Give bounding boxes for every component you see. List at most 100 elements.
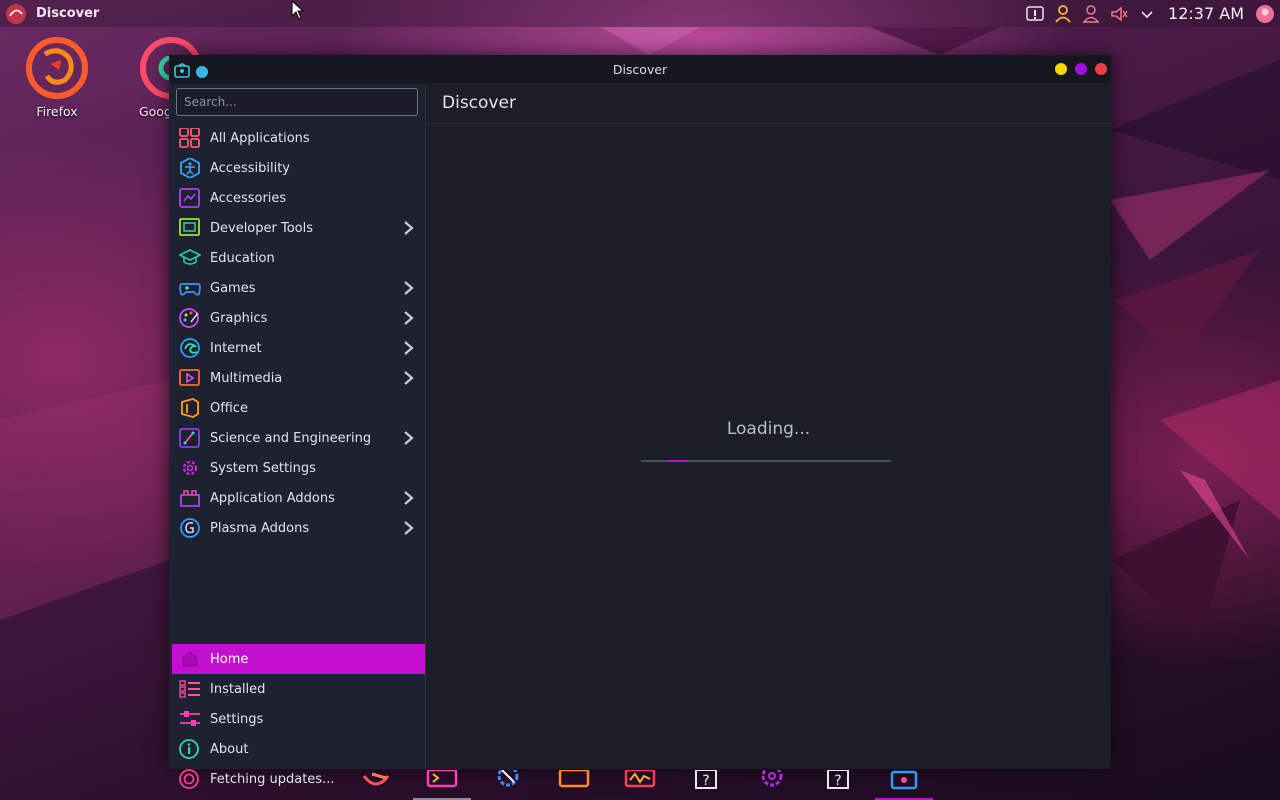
dock-item-settings[interactable] — [752, 770, 792, 800]
help-icon: ? — [695, 770, 717, 789]
nav-installed[interactable]: Installed — [169, 674, 425, 704]
chevron-down-icon[interactable] — [1136, 3, 1158, 25]
discover-window: Discover All Applications Accessibility … — [169, 55, 1111, 789]
terminal-icon — [426, 770, 458, 788]
chevron-right-icon[interactable] — [403, 220, 415, 236]
category-science[interactable]: Science and Engineering — [169, 423, 425, 453]
desktop-icon-label: Firefox — [36, 104, 78, 119]
dock-item-window[interactable] — [554, 770, 594, 800]
dock-item-discover[interactable] — [884, 770, 924, 800]
chevron-right-icon[interactable] — [403, 490, 415, 506]
chevron-right-icon[interactable] — [403, 520, 415, 536]
settings-gear-icon — [497, 770, 519, 787]
nav-label: Installed — [210, 681, 266, 697]
desktop-icon-firefox[interactable]: Firefox — [12, 36, 102, 119]
category-office[interactable]: Office — [169, 393, 425, 423]
main-content: Discover Loading... — [426, 83, 1111, 769]
installed-icon — [179, 679, 201, 699]
close-button[interactable] — [1095, 63, 1107, 75]
page-title: Discover — [442, 93, 516, 113]
internet-icon — [179, 338, 201, 358]
office-icon — [179, 398, 201, 418]
chevron-right-icon[interactable] — [403, 340, 415, 356]
minimize-button[interactable] — [1055, 63, 1067, 75]
chevron-right-icon[interactable] — [403, 310, 415, 326]
system-monitor-icon — [624, 770, 656, 788]
system-settings-icon — [179, 458, 201, 478]
svg-text:?: ? — [702, 773, 709, 789]
active-app-title: Discover — [36, 6, 100, 21]
dock-item-help[interactable]: ? — [686, 770, 726, 800]
category-plasma-addons[interactable]: Plasma Addons — [169, 513, 425, 543]
maximize-button[interactable] — [1075, 63, 1087, 75]
nav-label: Fetching updates... — [210, 771, 335, 787]
chevron-right-icon[interactable] — [403, 430, 415, 446]
category-label: All Applications — [210, 130, 310, 146]
developer-tools-icon — [179, 218, 201, 238]
dock-item-system-settings[interactable] — [488, 770, 528, 800]
category-accessibility[interactable]: Accessibility — [169, 153, 425, 183]
dock-item-git[interactable] — [356, 770, 396, 800]
category-games[interactable]: Games — [169, 273, 425, 303]
multimedia-icon — [179, 368, 201, 388]
clock[interactable]: 12:37 AM — [1168, 4, 1244, 23]
loading-progress-bar — [641, 460, 891, 462]
addons-icon — [179, 488, 201, 508]
firefox-icon — [25, 36, 89, 100]
discover-icon — [890, 770, 918, 790]
category-label: Developer Tools — [210, 220, 314, 236]
nav-label: Settings — [210, 711, 264, 727]
category-label: Accessories — [210, 190, 287, 206]
nav-about[interactable]: About — [169, 734, 425, 764]
user-icon[interactable] — [1052, 3, 1074, 25]
sidebar: All Applications Accessibility Accessori… — [169, 83, 426, 789]
notifications-icon[interactable] — [1024, 3, 1046, 25]
category-internet[interactable]: Internet — [169, 333, 425, 363]
category-multimedia[interactable]: Multimedia — [169, 363, 425, 393]
task-manager-dock: ? ? — [356, 770, 936, 800]
git-icon — [362, 772, 390, 786]
loading-text: Loading... — [726, 419, 811, 439]
category-accessories[interactable]: Accessories — [169, 183, 425, 213]
category-label: Plasma Addons — [210, 520, 310, 536]
nav-label: Home — [210, 651, 249, 667]
category-application-addons[interactable]: Application Addons — [169, 483, 425, 513]
home-icon — [179, 649, 201, 669]
nav-label: About — [210, 741, 249, 757]
svg-text:?: ? — [834, 773, 841, 789]
category-label: Games — [210, 280, 256, 296]
category-graphics[interactable]: Graphics — [169, 303, 425, 333]
category-label: Education — [210, 250, 275, 266]
chevron-right-icon[interactable] — [403, 280, 415, 296]
category-label: Internet — [210, 340, 262, 356]
window-icon — [558, 770, 590, 788]
category-education[interactable]: Education — [169, 243, 425, 273]
accessibility-icon — [179, 156, 201, 180]
active-app[interactable]: Discover — [0, 2, 99, 26]
chevron-right-icon[interactable] — [403, 370, 415, 386]
volume-muted-icon[interactable] — [1108, 3, 1130, 25]
category-label: System Settings — [210, 460, 316, 476]
help-icon: ? — [827, 770, 849, 789]
category-label: Multimedia — [210, 370, 283, 386]
nav-home[interactable]: Home — [172, 644, 425, 674]
top-panel: Discover 12:37 AM — [0, 0, 1280, 27]
palette-icon — [179, 308, 201, 328]
education-icon — [177, 248, 203, 268]
category-label: Accessibility — [210, 160, 290, 176]
category-system-settings[interactable]: System Settings — [169, 453, 425, 483]
category-all-applications[interactable]: All Applications — [169, 123, 425, 153]
account-icon[interactable] — [1080, 3, 1102, 25]
titlebar[interactable]: Discover — [169, 55, 1111, 83]
accessories-icon — [179, 188, 201, 208]
dock-item-terminal[interactable] — [422, 770, 462, 800]
category-label: Office — [210, 400, 248, 416]
category-label: Science and Engineering — [210, 430, 372, 446]
user-avatar-icon[interactable] — [1254, 3, 1276, 25]
nav-settings[interactable]: Settings — [169, 704, 425, 734]
dock-item-help-2[interactable]: ? — [818, 770, 858, 800]
category-list: All Applications Accessibility Accessori… — [169, 123, 425, 543]
dock-item-system-monitor[interactable] — [620, 770, 660, 800]
search-input[interactable] — [176, 88, 418, 116]
category-developer-tools[interactable]: Developer Tools — [169, 213, 425, 243]
